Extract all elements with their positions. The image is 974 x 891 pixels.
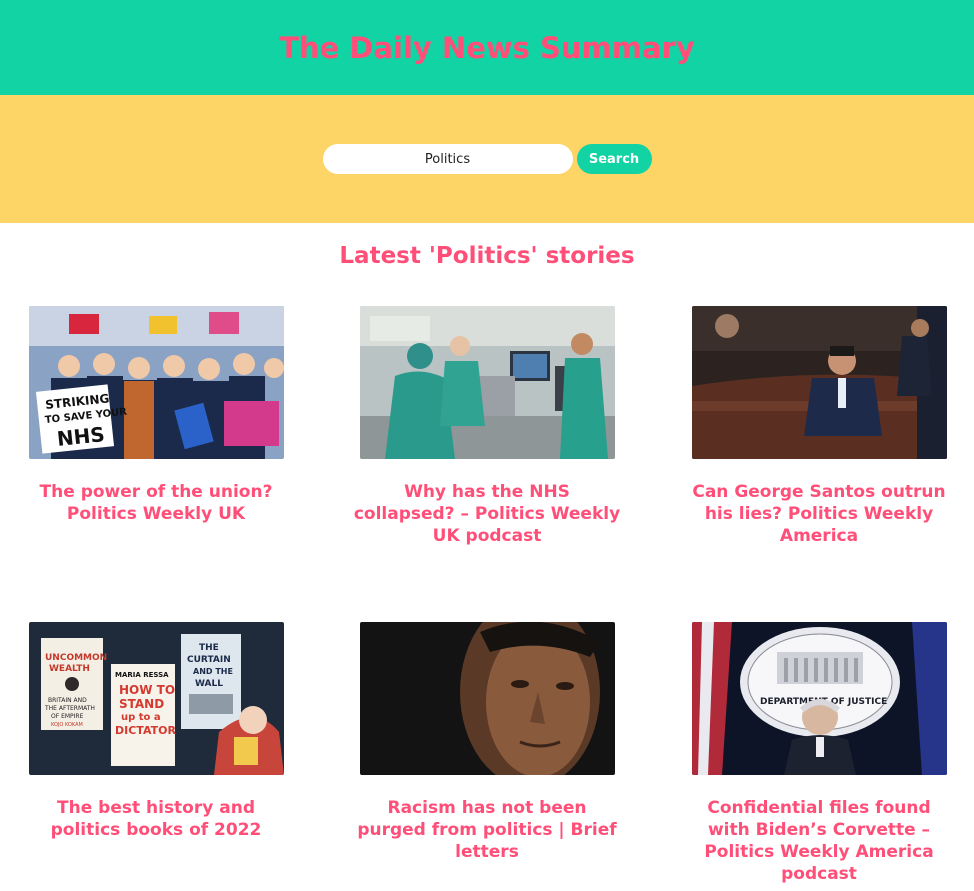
book2-line-2: HOW TO [119, 683, 175, 697]
book2-line-5: DICTATOR [115, 724, 176, 737]
book2-line-4: up to a [121, 712, 161, 723]
site-title: The Daily News Summary [279, 30, 695, 65]
story-title[interactable]: The power of the union? Politics Weekly … [21, 481, 291, 525]
story-grid: STRIKING TO SAVE YOUR NHS The power of t… [0, 271, 974, 891]
story-title[interactable]: Why has the NHS collapsed? – Politics We… [352, 481, 622, 547]
book3-line-3: AND THE [193, 667, 233, 676]
story-card[interactable]: UNCOMMON WEALTH BRITAIN AND THE AFTERMAT… [21, 622, 291, 841]
book1-line-5: OF EMPIRE [51, 713, 84, 720]
search-bar: Search [0, 95, 974, 223]
book3-line-1: THE [199, 643, 219, 653]
story-card[interactable]: DEPARTMENT OF JUSTICE Confidential files… [684, 622, 954, 885]
story-card[interactable]: STRIKING TO SAVE YOUR NHS The power of t… [21, 306, 291, 525]
story-card[interactable]: Can George Santos outrun his lies? Polit… [684, 306, 954, 547]
story-title[interactable]: Can George Santos outrun his lies? Polit… [684, 481, 954, 547]
story-thumbnail-justice[interactable]: DEPARTMENT OF JUSTICE [691, 622, 947, 775]
story-thumbnail-congress[interactable] [691, 306, 947, 459]
book3-line-4: WALL [195, 679, 223, 689]
book1-line-1: UNCOMMON [45, 653, 107, 663]
story-title[interactable]: The best history and politics books of 2… [21, 797, 291, 841]
story-thumbnail-portrait[interactable] [359, 622, 615, 775]
book1-line-6: KOJO KOKAM [51, 722, 83, 728]
story-thumbnail-hospital[interactable] [359, 306, 615, 459]
section-heading: Latest 'Politics' stories [339, 243, 635, 269]
book1-line-4: THE AFTERMATH [44, 705, 95, 712]
book1-line-3: BRITAIN AND [48, 697, 87, 704]
book1-line-2: WEALTH [49, 664, 90, 674]
book2-line-1: MARIA RESSA [115, 671, 169, 679]
story-card[interactable]: Why has the NHS collapsed? – Politics We… [352, 306, 622, 547]
book2-line-3: STAND [119, 697, 164, 711]
story-title[interactable]: Racism has not been purged from politics… [352, 797, 622, 863]
story-card[interactable]: Racism has not been purged from politics… [352, 622, 622, 863]
book3-line-2: CURTAIN [187, 655, 231, 665]
story-title[interactable]: Confidential files found with Biden’s Co… [684, 797, 954, 885]
search-button[interactable]: Search [576, 144, 652, 174]
site-header: The Daily News Summary [0, 0, 974, 95]
search-input[interactable] [322, 144, 573, 174]
story-thumbnail-books[interactable]: UNCOMMON WEALTH BRITAIN AND THE AFTERMAT… [28, 622, 284, 775]
story-thumbnail-strike[interactable]: STRIKING TO SAVE YOUR NHS [28, 306, 284, 459]
strike-sign-line-3: NHS [55, 422, 105, 451]
